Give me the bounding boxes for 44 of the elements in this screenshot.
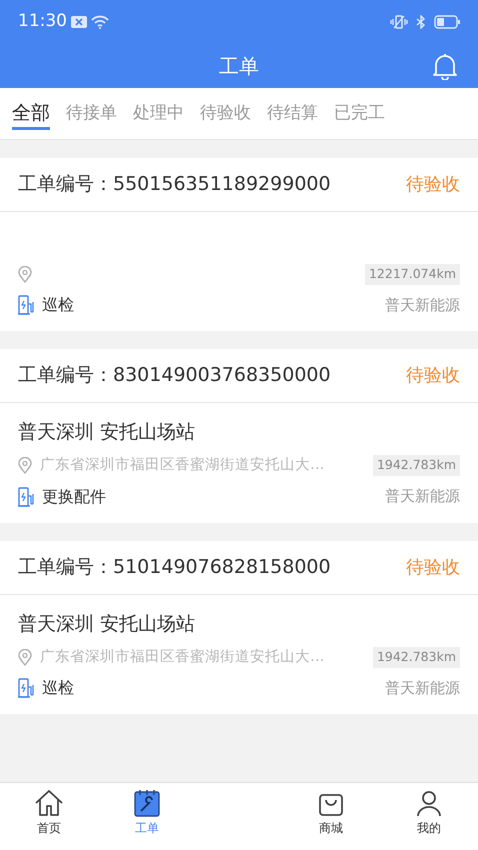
work-type: 巡检 [42,677,74,700]
distance-label: 1942.783km [372,647,460,668]
page-title: 工单 [219,53,259,80]
charger-icon [18,486,34,506]
vibrate-icon [390,15,408,29]
charger-icon [18,294,34,315]
address-text: 广东省深圳市福田区香蜜湖街道安托山大… [40,648,324,666]
bluetooth-icon [416,15,426,29]
location-pin-icon [18,266,32,283]
order-number: 工单编号：510149076828158000 [18,554,331,580]
distance-label: 1942.783km [372,455,460,476]
nav-tab[interactable]: 我的 [380,783,478,850]
station-name: 普天深圳 安托山场站 [18,612,196,634]
filter-tab[interactable]: 全部 [12,88,50,140]
charger-icon [18,678,34,698]
distance-label: 12217.074km [364,264,460,285]
user-icon [415,789,443,817]
order-card[interactable]: 工单编号：550156351189299000 待验收 12217.074km 巡检 普天新能源 [0,158,478,331]
order-card[interactable]: 工单编号：830149003768350000 待验收 普天深圳 安托山场站 广东省深圳市福田区香蜜湖街道安托山大… 1942.783km 更换配件 普天新能源 [0,348,478,522]
company-name: 普天新能源 [385,678,460,699]
nav-tab[interactable]: 首页 [0,783,98,850]
status-time: 11:30 [18,10,67,34]
wifi-icon [91,15,109,29]
work-type: 更换配件 [42,486,106,508]
notification-bell-icon[interactable] [432,52,458,80]
home-icon [34,789,64,817]
order-status: 待验收 [406,364,460,388]
order-card[interactable]: 工单编号：510149076828158000 待验收 普天深圳 安托山场站 广东省深圳市福田区香蜜湖街道安托山大… 1942.783km 巡检 普天新能源 [0,540,478,714]
location-pin-icon [18,457,32,474]
company-name: 普天新能源 [385,294,460,316]
address-text: 广东省深圳市福田区香蜜湖街道安托山大… [40,456,324,475]
order-status: 待验收 [406,173,460,197]
nav-tab[interactable]: 工单 [98,783,196,850]
order-status: 待验收 [406,556,460,580]
clipboard-wrench-icon [134,789,160,817]
battery-icon [434,15,460,29]
station-name: 普天深圳 安托山场站 [18,420,196,443]
order-number: 工单编号：550156351189299000 [18,172,331,198]
order-number: 工单编号：830149003768350000 [18,363,331,388]
notification-icon [71,16,87,28]
work-type: 巡检 [42,294,74,316]
company-name: 普天新能源 [385,486,460,508]
nav-tab[interactable]: 商城 [282,783,380,850]
location-pin-icon [18,648,32,666]
